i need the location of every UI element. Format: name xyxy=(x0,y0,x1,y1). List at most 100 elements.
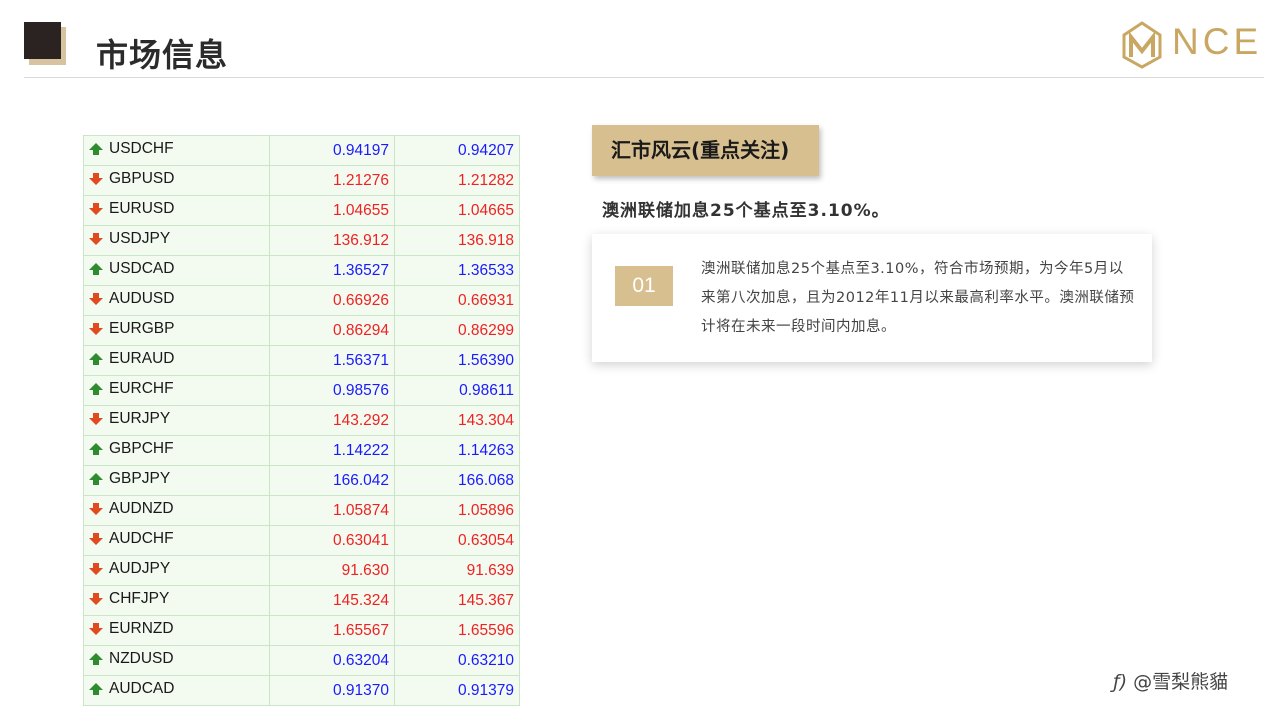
pair-label: EURNZD xyxy=(109,620,174,637)
header-divider xyxy=(24,77,1264,78)
pair-label: USDCHF xyxy=(109,140,174,157)
pair-label: EURUSD xyxy=(109,200,175,217)
pair-cell: USDCHF xyxy=(83,135,270,166)
title-marker xyxy=(24,22,66,65)
arrow-up-icon xyxy=(88,259,104,285)
table-row: GBPCHF 1.14222 1.14263 xyxy=(83,435,520,466)
table-row: AUDCAD 0.91370 0.91379 xyxy=(83,675,520,706)
pair-cell: GBPJPY xyxy=(83,465,270,496)
ask-cell: 0.66931 xyxy=(394,285,520,316)
news-headline: 澳洲联储加息25个基点至3.10%。 xyxy=(602,201,890,221)
pair-label: GBPUSD xyxy=(109,170,175,187)
logo-text: NCE xyxy=(1172,21,1263,62)
pair-label: AUDNZD xyxy=(109,500,174,517)
pair-cell: EURJPY xyxy=(83,405,270,436)
table-row: USDCAD 1.36527 1.36533 xyxy=(83,255,520,286)
bid-cell: 0.91370 xyxy=(269,675,395,706)
pair-label: NZDUSD xyxy=(109,650,174,667)
news-card: 01 澳洲联储加息25个基点至3.10%，符合市场预期，为今年5月以来第八次加息… xyxy=(592,234,1152,362)
pair-label: EURGBP xyxy=(109,320,175,337)
bid-cell: 1.65567 xyxy=(269,615,395,646)
ask-cell: 0.91379 xyxy=(394,675,520,706)
pair-cell: CHFJPY xyxy=(83,585,270,616)
zhihu-icon: ƒ) xyxy=(1113,671,1128,693)
pair-label: USDJPY xyxy=(109,230,171,247)
pair-cell: AUDCAD xyxy=(83,675,270,706)
bid-cell: 145.324 xyxy=(269,585,395,616)
ask-cell: 1.56390 xyxy=(394,345,520,376)
watermark-text: @雪梨熊貓 xyxy=(1133,671,1229,693)
ask-cell: 1.04665 xyxy=(394,195,520,226)
table-row: CHFJPY 145.324 145.367 xyxy=(83,585,520,616)
arrow-down-icon xyxy=(88,619,104,645)
pair-cell: EURAUD xyxy=(83,345,270,376)
ask-cell: 0.94207 xyxy=(394,135,520,166)
section-tag: 汇市风云(重点关注) xyxy=(592,125,819,176)
table-row: AUDUSD 0.66926 0.66931 xyxy=(83,285,520,316)
arrow-down-icon xyxy=(88,499,104,525)
pair-cell: GBPUSD xyxy=(83,165,270,196)
bid-cell: 0.66926 xyxy=(269,285,395,316)
ask-cell: 0.63054 xyxy=(394,525,520,556)
bid-cell: 0.98576 xyxy=(269,375,395,406)
arrow-down-icon xyxy=(88,589,104,615)
arrow-up-icon xyxy=(88,469,104,495)
ask-cell: 1.14263 xyxy=(394,435,520,466)
bid-cell: 136.912 xyxy=(269,225,395,256)
pair-cell: AUDJPY xyxy=(83,555,270,586)
watermark: ƒ) @雪梨熊貓 xyxy=(1113,667,1228,694)
ask-cell: 0.86299 xyxy=(394,315,520,346)
pair-cell: AUDNZD xyxy=(83,495,270,526)
bid-cell: 1.56371 xyxy=(269,345,395,376)
table-row: GBPJPY 166.042 166.068 xyxy=(83,465,520,496)
pair-cell: EURUSD xyxy=(83,195,270,226)
bid-cell: 0.63041 xyxy=(269,525,395,556)
table-row: USDCHF 0.94197 0.94207 xyxy=(83,135,520,166)
arrow-up-icon xyxy=(88,349,104,375)
bid-cell: 0.94197 xyxy=(269,135,395,166)
arrow-down-icon xyxy=(88,529,104,555)
bid-cell: 1.14222 xyxy=(269,435,395,466)
bid-cell: 0.63204 xyxy=(269,645,395,676)
pair-label: EURAUD xyxy=(109,350,175,367)
bid-cell: 1.21276 xyxy=(269,165,395,196)
ask-cell: 1.36533 xyxy=(394,255,520,286)
item-number-badge: 01 xyxy=(615,266,673,306)
page-title: 市场信息 xyxy=(96,36,229,74)
pair-cell: NZDUSD xyxy=(83,645,270,676)
ask-cell: 166.068 xyxy=(394,465,520,496)
bid-cell: 1.36527 xyxy=(269,255,395,286)
pair-label: EURJPY xyxy=(109,410,171,427)
arrow-down-icon xyxy=(88,319,104,345)
bid-cell: 143.292 xyxy=(269,405,395,436)
pair-cell: AUDUSD xyxy=(83,285,270,316)
pair-cell: USDCAD xyxy=(83,255,270,286)
ask-cell: 91.639 xyxy=(394,555,520,586)
ask-cell: 136.918 xyxy=(394,225,520,256)
pair-cell: EURGBP xyxy=(83,315,270,346)
table-row: EURAUD 1.56371 1.56390 xyxy=(83,345,520,376)
arrow-down-icon xyxy=(88,289,104,315)
bid-cell: 91.630 xyxy=(269,555,395,586)
table-row: EURJPY 143.292 143.304 xyxy=(83,405,520,436)
table-row: GBPUSD 1.21276 1.21282 xyxy=(83,165,520,196)
ask-cell: 143.304 xyxy=(394,405,520,436)
table-row: AUDJPY 91.630 91.639 xyxy=(83,555,520,586)
bid-cell: 0.86294 xyxy=(269,315,395,346)
arrow-up-icon xyxy=(88,679,104,705)
pair-label: GBPCHF xyxy=(109,440,174,457)
bid-cell: 1.05874 xyxy=(269,495,395,526)
arrow-down-icon xyxy=(88,409,104,435)
arrow-up-icon xyxy=(88,439,104,465)
pair-label: AUDJPY xyxy=(109,560,171,577)
pair-label: AUDCAD xyxy=(109,680,175,697)
ask-cell: 1.05896 xyxy=(394,495,520,526)
pair-cell: USDJPY xyxy=(83,225,270,256)
arrow-down-icon xyxy=(88,199,104,225)
pair-cell: GBPCHF xyxy=(83,435,270,466)
table-row: NZDUSD 0.63204 0.63210 xyxy=(83,645,520,676)
table-row: EURGBP 0.86294 0.86299 xyxy=(83,315,520,346)
news-body: 澳洲联储加息25个基点至3.10%，符合市场预期，为今年5月以来第八次加息，且为… xyxy=(701,261,1135,335)
pair-label: GBPJPY xyxy=(109,470,171,487)
table-row: USDJPY 136.912 136.918 xyxy=(83,225,520,256)
